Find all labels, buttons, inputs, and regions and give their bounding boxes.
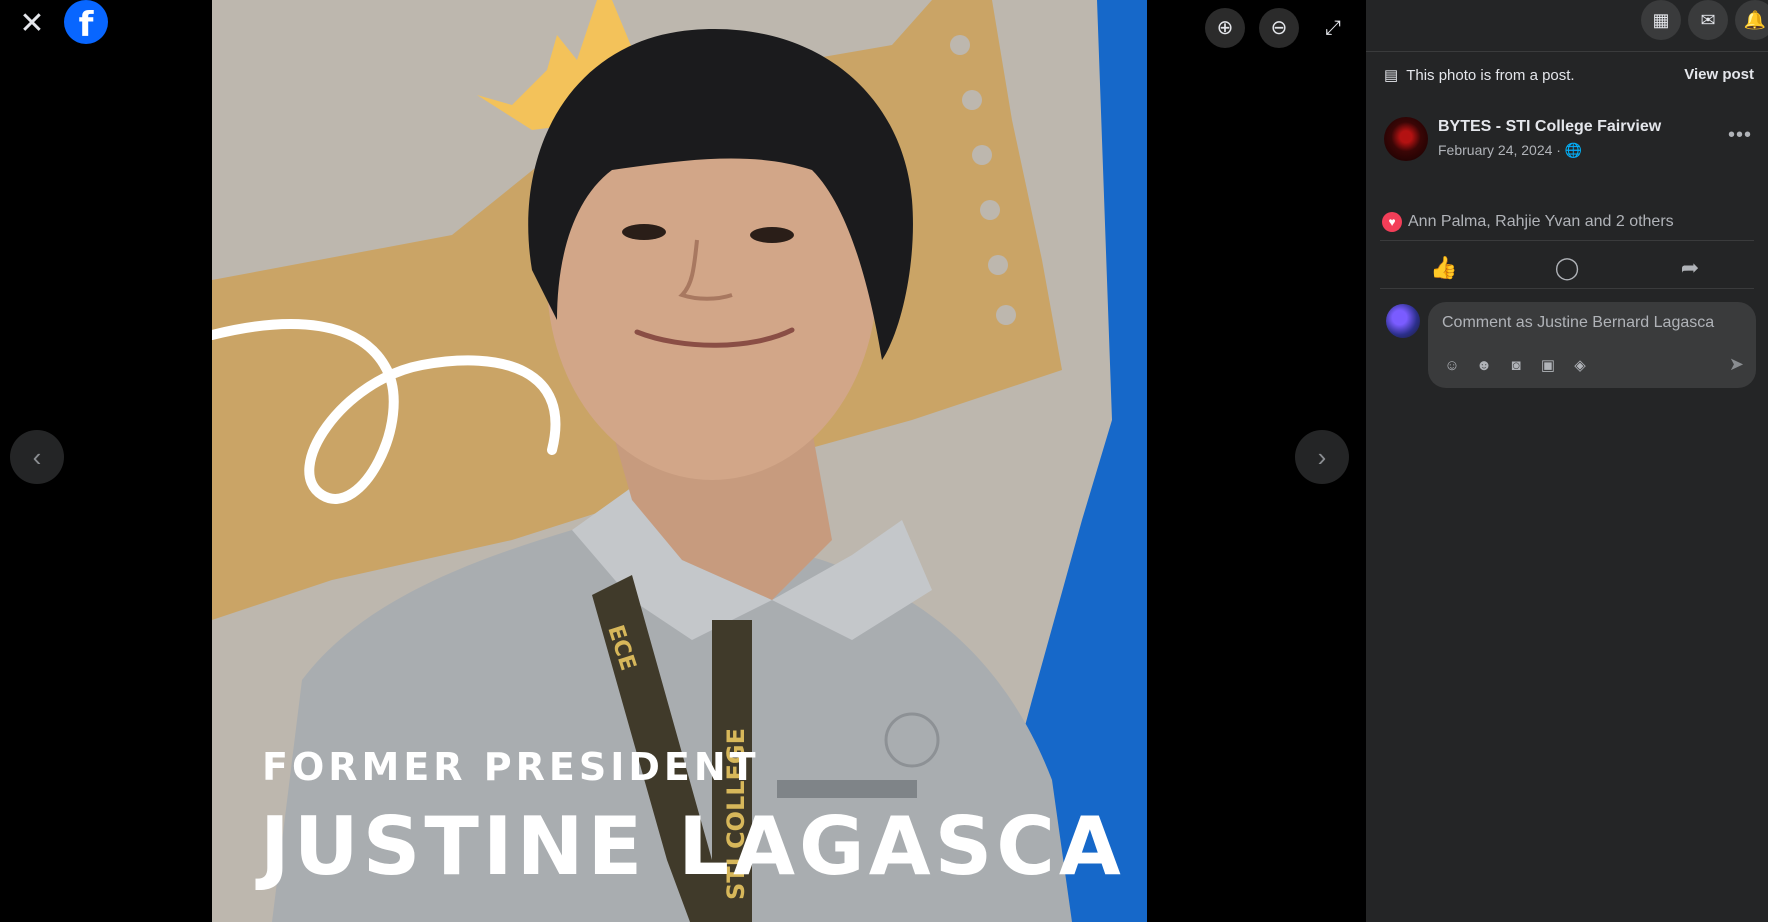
notifications-icon[interactable]: 🔔 bbox=[1735, 0, 1768, 40]
fullscreen-icon[interactable]: ⤢ bbox=[1313, 8, 1353, 48]
camera-icon[interactable]: ◙ bbox=[1504, 354, 1528, 378]
close-icon[interactable]: ✕ bbox=[16, 8, 48, 40]
top-nav-icons: ▦ ✉ 🔔 bbox=[1366, 0, 1768, 52]
photo: ECE STI COLLEGE FORMER PRESIDENT JUSTINE… bbox=[212, 0, 1147, 922]
emoji-icon[interactable]: ☻ bbox=[1472, 354, 1496, 378]
photo-caption-role: FORMER PRESIDENT bbox=[262, 745, 760, 789]
divider bbox=[1380, 240, 1754, 241]
more-options-icon[interactable]: ••• bbox=[1728, 124, 1752, 147]
zoom-in-icon[interactable]: ⊕ bbox=[1205, 8, 1245, 48]
post-icon: ▤ bbox=[1384, 67, 1399, 84]
photo-caption-name: JUSTINE LAGASCA bbox=[260, 800, 1125, 893]
post-date[interactable]: February 24, 2024 · 🌐 bbox=[1438, 142, 1582, 159]
reactions-text[interactable]: Ann Palma, Rahjie Yvan and 2 others bbox=[1408, 213, 1674, 231]
page-avatar[interactable] bbox=[1384, 117, 1428, 161]
zoom-out-icon[interactable]: ⊖ bbox=[1259, 8, 1299, 48]
reactions-summary[interactable]: ♥ Ann Palma, Rahjie Yvan and 2 others bbox=[1382, 212, 1674, 232]
page-name[interactable]: BYTES - STI College Fairview bbox=[1438, 118, 1661, 136]
divider bbox=[1380, 288, 1754, 289]
share-button[interactable]: ➦ bbox=[1640, 250, 1740, 286]
avatar-sticker-icon[interactable]: ☺ bbox=[1440, 354, 1464, 378]
heart-reaction-icon: ♥ bbox=[1382, 212, 1402, 232]
post-note: ▤ This photo is from a post. bbox=[1384, 66, 1575, 85]
sticker-icon[interactable]: ◈ bbox=[1568, 354, 1592, 378]
comment-placeholder[interactable]: Comment as Justine Bernard Lagasca bbox=[1442, 314, 1714, 332]
next-photo-button[interactable]: › bbox=[1295, 430, 1349, 484]
user-avatar[interactable] bbox=[1386, 304, 1420, 338]
side-panel: ▦ ✉ 🔔 ▤ This photo is from a post. View … bbox=[1366, 0, 1768, 922]
facebook-logo-icon[interactable]: f bbox=[64, 0, 108, 44]
previous-photo-button[interactable]: ‹ bbox=[10, 430, 64, 484]
like-button[interactable]: 👍 bbox=[1394, 250, 1494, 286]
messenger-icon[interactable]: ✉ bbox=[1688, 0, 1728, 40]
gif-icon[interactable]: ▣ bbox=[1536, 354, 1560, 378]
comment-button[interactable]: ◯ bbox=[1517, 250, 1617, 286]
menu-icon[interactable]: ▦ bbox=[1641, 0, 1681, 40]
view-post-link[interactable]: View post bbox=[1684, 66, 1754, 83]
post-note-text: This photo is from a post. bbox=[1406, 66, 1575, 84]
send-icon[interactable]: ➤ bbox=[1729, 354, 1744, 375]
photo-viewer: ECE STI COLLEGE FORMER PRESIDENT JUSTINE… bbox=[0, 0, 1366, 922]
comment-input[interactable]: Comment as Justine Bernard Lagasca ☺ ☻ ◙… bbox=[1428, 302, 1756, 388]
